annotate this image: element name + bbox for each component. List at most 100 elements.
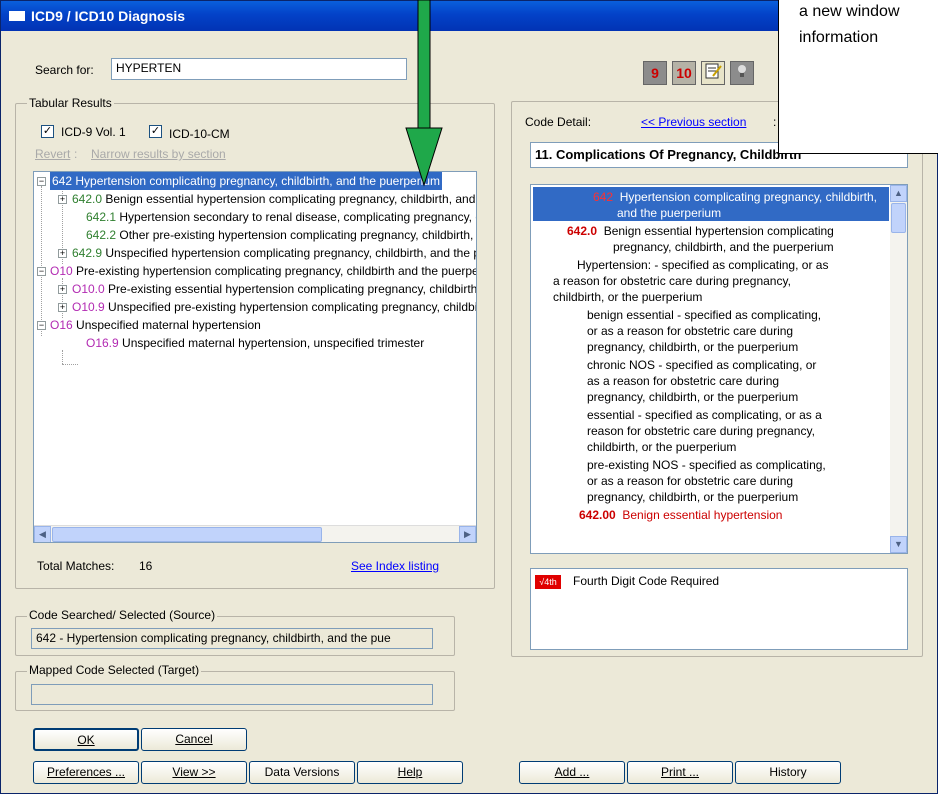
cancel-button-label: Cancel xyxy=(175,732,213,746)
narrow-results-link[interactable]: Narrow results by section xyxy=(91,147,226,161)
cancel-button[interactable]: Cancel xyxy=(141,728,247,751)
fourth-digit-note: Fourth Digit Code Required xyxy=(573,574,720,588)
revert-link[interactable]: Revert xyxy=(35,147,70,161)
link-separator: : xyxy=(773,115,777,129)
notes-icon[interactable] xyxy=(701,61,725,85)
expand-toggle[interactable]: + xyxy=(58,249,67,258)
detail-vertical-scrollbar[interactable]: ▲ ▼ xyxy=(890,185,907,553)
search-input[interactable]: HYPERTEN xyxy=(111,58,407,80)
detail-line: and the puerperium xyxy=(617,206,722,220)
detail-line: childbirth, or the puerperium xyxy=(587,440,737,454)
results-tree[interactable]: − 642 Hypertension complicating pregnanc… xyxy=(33,171,477,543)
tree-row-text: Pre-existing essential hypertension comp… xyxy=(108,282,477,296)
help-button[interactable]: Help xyxy=(357,761,463,784)
tree-row-642[interactable]: 642 Hypertension complicating pregnancy,… xyxy=(50,172,443,190)
print-button-label: Print ... xyxy=(660,765,699,779)
view-button[interactable]: View >> xyxy=(141,761,247,784)
tree-row-text: Unspecified hypertension complicating pr… xyxy=(105,246,476,260)
link-separator: : xyxy=(74,147,78,161)
callout-line-1: a new window xyxy=(799,3,900,20)
fourth-digit-badge-icon: √4th xyxy=(535,575,561,589)
tree-row-642-1[interactable]: 642.1 Hypertension secondary to renal di… xyxy=(86,208,476,226)
code-detail-label: Code Detail: xyxy=(525,115,592,129)
detail-line: pregnancy, childbirth, or the puerperium xyxy=(587,390,799,404)
detail-line: 642.0 Benign essential hypertension comp… xyxy=(567,223,834,239)
scroll-right-icon[interactable]: ▶ xyxy=(459,526,476,542)
icd10-toggle-button[interactable]: 10 xyxy=(672,61,696,85)
icd9-toggle-button[interactable]: 9 xyxy=(643,61,667,85)
collapse-toggle[interactable]: − xyxy=(37,267,46,276)
tree-horizontal-scrollbar[interactable]: ◀ ▶ xyxy=(34,525,476,542)
callout-line-2: information xyxy=(799,29,879,46)
lightbulb-icon[interactable] xyxy=(730,61,754,85)
see-index-link[interactable]: See Index listing xyxy=(351,559,439,573)
code-notes-box: √4th Fourth Digit Code Required xyxy=(530,568,908,650)
add-button[interactable]: Add ... xyxy=(519,761,625,784)
tree-row-code: O10.0 xyxy=(72,282,105,296)
target-group-label: Mapped Code Selected (Target) xyxy=(27,663,202,677)
tree-row-code: 642.0 xyxy=(72,192,103,206)
scroll-down-icon[interactable]: ▼ xyxy=(890,536,907,553)
detail-line: pregnancy, childbirth, and the puerperiu… xyxy=(613,240,834,254)
detail-line: chronic NOS - specified as complicating,… xyxy=(587,358,817,372)
collapse-toggle[interactable]: − xyxy=(37,177,46,186)
tree-row-code: 642.1 xyxy=(86,210,117,224)
expand-toggle[interactable]: + xyxy=(58,195,67,204)
tree-row-text: Benign essential hypertension complicati… xyxy=(105,192,476,206)
target-code-field[interactable] xyxy=(31,684,433,705)
scroll-left-icon[interactable]: ◀ xyxy=(34,526,51,542)
detail-line: pre-existing NOS - specified as complica… xyxy=(587,458,826,472)
tree-row-642-0[interactable]: 642.0 Benign essential hypertension comp… xyxy=(72,190,476,208)
ok-button[interactable]: OK xyxy=(33,728,139,751)
total-matches-label: Total Matches: xyxy=(37,559,115,573)
tree-row-o10-0[interactable]: O10.0 Pre-existing essential hypertensio… xyxy=(72,280,477,298)
tree-row-code: O16 xyxy=(50,318,73,332)
detail-line: 642.00 Benign essential hypertension xyxy=(579,507,782,523)
collapse-toggle[interactable]: − xyxy=(37,321,46,330)
tree-row-code: O16.9 xyxy=(86,336,119,350)
detail-line: reason for obstetric care during pregnan… xyxy=(587,424,815,438)
expand-toggle[interactable]: + xyxy=(58,285,67,294)
tree-row-text: Pre-existing hypertension complicating p… xyxy=(76,264,477,278)
ok-button-label: OK xyxy=(77,733,95,747)
previous-section-link[interactable]: << Previous section xyxy=(641,115,746,129)
code-detail-text[interactable]: 642 Hypertension complicating pregnancy,… xyxy=(530,184,908,554)
detail-line: pregnancy, childbirth, or the puerperium xyxy=(587,490,799,504)
tree-row-o16[interactable]: O16 Unspecified maternal hypertension xyxy=(50,316,261,334)
tree-row-text: Other pre-existing hypertension complica… xyxy=(119,228,476,242)
detail-line: as a reason for obstetric care during xyxy=(587,374,780,388)
tree-row-642-9[interactable]: 642.9 Unspecified hypertension complicat… xyxy=(72,244,476,262)
icd9-checkbox[interactable]: ✓ xyxy=(41,125,54,138)
detail-code: 642.00 xyxy=(579,508,616,522)
tree-row-code: 642.2 xyxy=(86,228,117,242)
tree-guide-line xyxy=(62,364,78,365)
tree-row-text: Hypertension secondary to renal disease,… xyxy=(119,210,476,224)
tree-row-code: 642 xyxy=(52,174,73,188)
tree-guide-line xyxy=(62,350,63,364)
icd9-checkbox-label: ICD-9 Vol. 1 xyxy=(61,125,126,139)
tree-row-text: Hypertension complicating pregnancy, chi… xyxy=(75,174,441,188)
expand-toggle[interactable]: + xyxy=(58,303,67,312)
tree-row-o10[interactable]: O10 Pre-existing hypertension complicati… xyxy=(50,262,477,280)
detail-line: or as a reason for obstetric care during xyxy=(587,324,794,338)
window-title: ICD9 / ICD10 Diagnosis xyxy=(31,8,186,24)
detail-line: a reason for obstetric care during pregn… xyxy=(553,274,791,288)
detail-text: Benign essential hypertension xyxy=(622,508,783,522)
detail-line: benign essential - specified as complica… xyxy=(587,308,822,322)
detail-text: Benign essential hypertension complicati… xyxy=(603,224,834,238)
scroll-up-icon[interactable]: ▲ xyxy=(890,185,907,202)
scrollbar-thumb[interactable] xyxy=(52,527,322,542)
scrollbar-thumb[interactable] xyxy=(891,203,906,233)
preferences-button[interactable]: Preferences ... xyxy=(33,761,139,784)
tree-row-642-2[interactable]: 642.2 Other pre-existing hypertension co… xyxy=(86,226,476,244)
icd10-checkbox[interactable]: ✓ xyxy=(149,125,162,138)
detail-code: 642.0 xyxy=(567,224,598,238)
tree-row-o10-9[interactable]: O10.9 Unspecified pre-existing hypertens… xyxy=(72,298,476,316)
tree-guide-line xyxy=(41,186,42,336)
tree-row-o16-9[interactable]: O16.9 Unspecified maternal hypertension,… xyxy=(86,334,424,352)
search-label: Search for: xyxy=(35,63,94,77)
print-button[interactable]: Print ... xyxy=(627,761,733,784)
history-button[interactable]: History xyxy=(735,761,841,784)
data-versions-button[interactable]: Data Versions xyxy=(249,761,355,784)
source-code-field[interactable]: 642 - Hypertension complicating pregnanc… xyxy=(31,628,433,649)
